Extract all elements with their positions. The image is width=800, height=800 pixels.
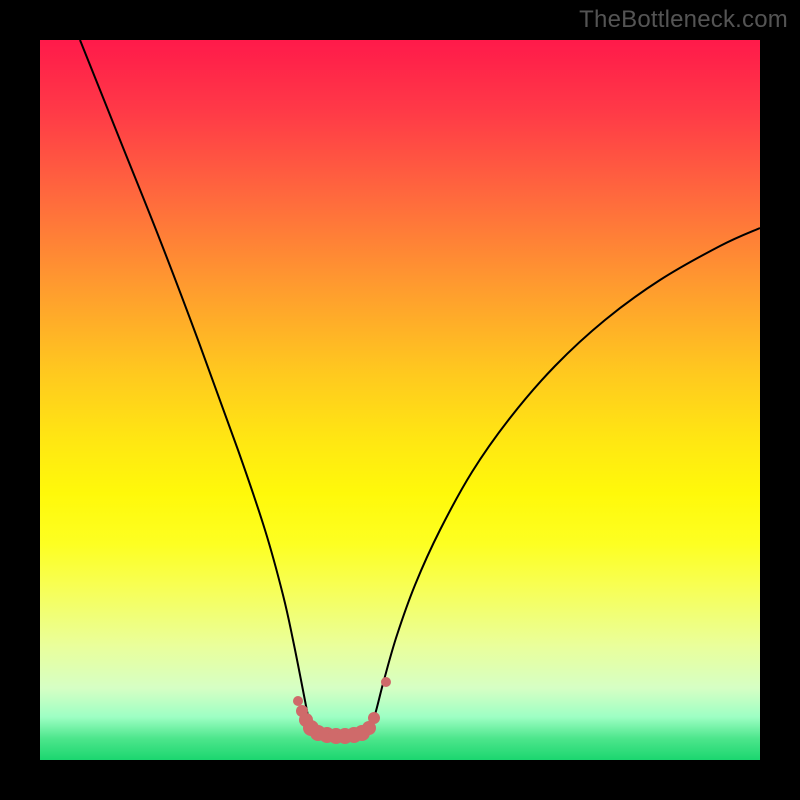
plot-area: [40, 40, 760, 760]
curve-left-path: [80, 40, 311, 730]
chart-frame: TheBottleneck.com: [0, 0, 800, 800]
attribution-text: TheBottleneck.com: [579, 6, 788, 34]
curve-right-path: [370, 228, 760, 730]
bottleneck-curve: [40, 40, 760, 760]
valley-marker: [368, 712, 380, 724]
valley-marker: [293, 696, 303, 706]
valley-marker: [381, 677, 391, 687]
